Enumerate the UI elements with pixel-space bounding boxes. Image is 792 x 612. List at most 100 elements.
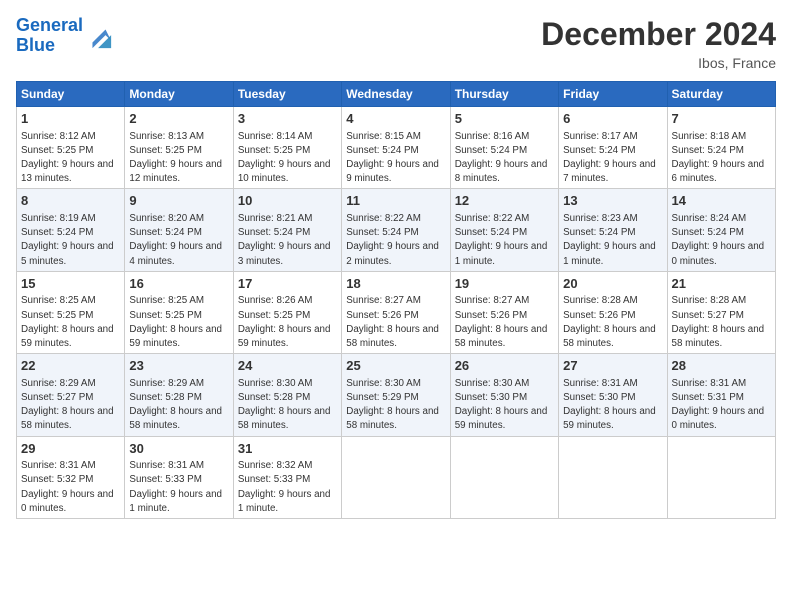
calendar-cell xyxy=(667,436,775,518)
calendar-cell: 29 Sunrise: 8:31 AMSunset: 5:32 PMDaylig… xyxy=(17,436,125,518)
day-info: Sunrise: 8:30 AMSunset: 5:30 PMDaylight:… xyxy=(455,378,548,432)
calendar-cell: 10 Sunrise: 8:21 AMSunset: 5:24 PMDaylig… xyxy=(233,189,341,271)
calendar-cell: 8 Sunrise: 8:19 AMSunset: 5:24 PMDayligh… xyxy=(17,189,125,271)
day-number: 2 xyxy=(129,110,228,128)
day-number: 13 xyxy=(563,192,662,210)
day-info: Sunrise: 8:27 AMSunset: 5:26 PMDaylight:… xyxy=(455,295,548,349)
day-info: Sunrise: 8:14 AMSunset: 5:25 PMDaylight:… xyxy=(238,131,331,185)
calendar-cell xyxy=(559,436,667,518)
day-number: 9 xyxy=(129,192,228,210)
day-info: Sunrise: 8:25 AMSunset: 5:25 PMDaylight:… xyxy=(21,295,114,349)
day-info: Sunrise: 8:19 AMSunset: 5:24 PMDaylight:… xyxy=(21,213,114,267)
calendar-cell: 27 Sunrise: 8:31 AMSunset: 5:30 PMDaylig… xyxy=(559,354,667,436)
day-number: 25 xyxy=(346,357,445,375)
day-info: Sunrise: 8:29 AMSunset: 5:28 PMDaylight:… xyxy=(129,378,222,432)
day-info: Sunrise: 8:24 AMSunset: 5:24 PMDaylight:… xyxy=(672,213,765,267)
calendar-cell: 19 Sunrise: 8:27 AMSunset: 5:26 PMDaylig… xyxy=(450,271,558,353)
calendar-cell: 4 Sunrise: 8:15 AMSunset: 5:24 PMDayligh… xyxy=(342,107,450,189)
day-number: 27 xyxy=(563,357,662,375)
day-number: 14 xyxy=(672,192,771,210)
day-number: 24 xyxy=(238,357,337,375)
day-number: 20 xyxy=(563,275,662,293)
day-info: Sunrise: 8:17 AMSunset: 5:24 PMDaylight:… xyxy=(563,131,656,185)
title-block: December 2024 Ibos, France xyxy=(541,16,776,71)
header-sunday: Sunday xyxy=(17,82,125,107)
day-info: Sunrise: 8:27 AMSunset: 5:26 PMDaylight:… xyxy=(346,295,439,349)
calendar-cell: 3 Sunrise: 8:14 AMSunset: 5:25 PMDayligh… xyxy=(233,107,341,189)
day-info: Sunrise: 8:21 AMSunset: 5:24 PMDaylight:… xyxy=(238,213,331,267)
header-friday: Friday xyxy=(559,82,667,107)
calendar-cell: 16 Sunrise: 8:25 AMSunset: 5:25 PMDaylig… xyxy=(125,271,233,353)
logo: General Blue xyxy=(16,16,113,56)
day-number: 28 xyxy=(672,357,771,375)
day-number: 11 xyxy=(346,192,445,210)
calendar-week-row: 15 Sunrise: 8:25 AMSunset: 5:25 PMDaylig… xyxy=(17,271,776,353)
day-info: Sunrise: 8:22 AMSunset: 5:24 PMDaylight:… xyxy=(455,213,548,267)
header-monday: Monday xyxy=(125,82,233,107)
day-number: 18 xyxy=(346,275,445,293)
calendar-cell: 1 Sunrise: 8:12 AMSunset: 5:25 PMDayligh… xyxy=(17,107,125,189)
day-info: Sunrise: 8:28 AMSunset: 5:26 PMDaylight:… xyxy=(563,295,656,349)
calendar-cell: 13 Sunrise: 8:23 AMSunset: 5:24 PMDaylig… xyxy=(559,189,667,271)
calendar-cell: 22 Sunrise: 8:29 AMSunset: 5:27 PMDaylig… xyxy=(17,354,125,436)
calendar-cell: 26 Sunrise: 8:30 AMSunset: 5:30 PMDaylig… xyxy=(450,354,558,436)
calendar-cell: 21 Sunrise: 8:28 AMSunset: 5:27 PMDaylig… xyxy=(667,271,775,353)
day-number: 6 xyxy=(563,110,662,128)
day-info: Sunrise: 8:29 AMSunset: 5:27 PMDaylight:… xyxy=(21,378,114,432)
day-info: Sunrise: 8:25 AMSunset: 5:25 PMDaylight:… xyxy=(129,295,222,349)
calendar-cell: 20 Sunrise: 8:28 AMSunset: 5:26 PMDaylig… xyxy=(559,271,667,353)
logo-icon xyxy=(85,22,113,50)
page-container: General Blue December 2024 Ibos, France … xyxy=(0,0,792,527)
day-info: Sunrise: 8:31 AMSunset: 5:31 PMDaylight:… xyxy=(672,378,765,432)
calendar-cell: 2 Sunrise: 8:13 AMSunset: 5:25 PMDayligh… xyxy=(125,107,233,189)
day-info: Sunrise: 8:26 AMSunset: 5:25 PMDaylight:… xyxy=(238,295,331,349)
header-wednesday: Wednesday xyxy=(342,82,450,107)
day-number: 31 xyxy=(238,440,337,458)
day-number: 21 xyxy=(672,275,771,293)
calendar-cell xyxy=(342,436,450,518)
calendar-cell: 11 Sunrise: 8:22 AMSunset: 5:24 PMDaylig… xyxy=(342,189,450,271)
month-title: December 2024 xyxy=(541,16,776,53)
header: General Blue December 2024 Ibos, France xyxy=(16,16,776,71)
day-info: Sunrise: 8:31 AMSunset: 5:33 PMDaylight:… xyxy=(129,460,222,514)
header-thursday: Thursday xyxy=(450,82,558,107)
day-number: 26 xyxy=(455,357,554,375)
day-info: Sunrise: 8:16 AMSunset: 5:24 PMDaylight:… xyxy=(455,131,548,185)
day-number: 10 xyxy=(238,192,337,210)
day-number: 4 xyxy=(346,110,445,128)
day-info: Sunrise: 8:31 AMSunset: 5:32 PMDaylight:… xyxy=(21,460,114,514)
day-number: 19 xyxy=(455,275,554,293)
calendar-cell: 6 Sunrise: 8:17 AMSunset: 5:24 PMDayligh… xyxy=(559,107,667,189)
day-info: Sunrise: 8:18 AMSunset: 5:24 PMDaylight:… xyxy=(672,131,765,185)
header-saturday: Saturday xyxy=(667,82,775,107)
day-number: 30 xyxy=(129,440,228,458)
day-number: 15 xyxy=(21,275,120,293)
day-info: Sunrise: 8:28 AMSunset: 5:27 PMDaylight:… xyxy=(672,295,765,349)
day-info: Sunrise: 8:20 AMSunset: 5:24 PMDaylight:… xyxy=(129,213,222,267)
day-info: Sunrise: 8:13 AMSunset: 5:25 PMDaylight:… xyxy=(129,131,222,185)
day-number: 29 xyxy=(21,440,120,458)
day-number: 17 xyxy=(238,275,337,293)
calendar-cell: 31 Sunrise: 8:32 AMSunset: 5:33 PMDaylig… xyxy=(233,436,341,518)
location: Ibos, France xyxy=(541,55,776,71)
day-number: 12 xyxy=(455,192,554,210)
calendar-cell: 15 Sunrise: 8:25 AMSunset: 5:25 PMDaylig… xyxy=(17,271,125,353)
calendar-cell: 7 Sunrise: 8:18 AMSunset: 5:24 PMDayligh… xyxy=(667,107,775,189)
day-info: Sunrise: 8:23 AMSunset: 5:24 PMDaylight:… xyxy=(563,213,656,267)
day-info: Sunrise: 8:12 AMSunset: 5:25 PMDaylight:… xyxy=(21,131,114,185)
day-number: 7 xyxy=(672,110,771,128)
day-info: Sunrise: 8:15 AMSunset: 5:24 PMDaylight:… xyxy=(346,131,439,185)
day-info: Sunrise: 8:30 AMSunset: 5:29 PMDaylight:… xyxy=(346,378,439,432)
calendar-cell: 9 Sunrise: 8:20 AMSunset: 5:24 PMDayligh… xyxy=(125,189,233,271)
header-tuesday: Tuesday xyxy=(233,82,341,107)
calendar-week-row: 29 Sunrise: 8:31 AMSunset: 5:32 PMDaylig… xyxy=(17,436,776,518)
day-number: 3 xyxy=(238,110,337,128)
day-number: 22 xyxy=(21,357,120,375)
day-number: 8 xyxy=(21,192,120,210)
calendar-week-row: 8 Sunrise: 8:19 AMSunset: 5:24 PMDayligh… xyxy=(17,189,776,271)
day-info: Sunrise: 8:31 AMSunset: 5:30 PMDaylight:… xyxy=(563,378,656,432)
day-info: Sunrise: 8:22 AMSunset: 5:24 PMDaylight:… xyxy=(346,213,439,267)
calendar-cell: 28 Sunrise: 8:31 AMSunset: 5:31 PMDaylig… xyxy=(667,354,775,436)
day-info: Sunrise: 8:32 AMSunset: 5:33 PMDaylight:… xyxy=(238,460,331,514)
day-number: 16 xyxy=(129,275,228,293)
